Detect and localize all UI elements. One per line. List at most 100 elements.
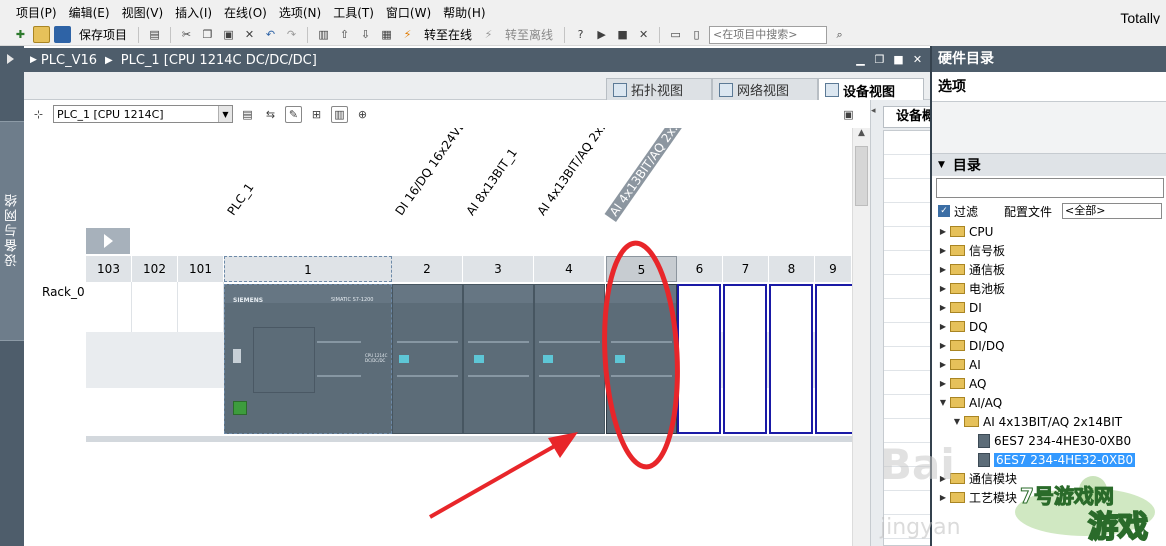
delete-icon[interactable]: ✕ [241, 26, 258, 43]
empty-slot-8[interactable] [769, 284, 813, 434]
save-project-button[interactable]: 保存项目 [75, 26, 131, 43]
network-config-icon[interactable]: ⊹ [30, 106, 47, 123]
catalog-tree-item[interactable]: ▶ 电池板 [932, 279, 1166, 298]
menu-options[interactable]: 选项(N) [273, 4, 327, 21]
upload-icon[interactable]: ⇧ [336, 26, 353, 43]
go-online-icon[interactable]: ⚡ [399, 26, 416, 43]
zoom-menu-icon[interactable]: ▣ [840, 106, 857, 123]
scroll-thumb[interactable] [855, 146, 868, 206]
menu-window[interactable]: 窗口(W) [380, 4, 437, 21]
new-project-icon[interactable]: ✚ [12, 26, 29, 43]
catalog-section-header[interactable]: ▼ 目录 [932, 154, 1166, 176]
catalog-tree-item[interactable]: ▶ 信号板 [932, 241, 1166, 260]
tree-collapse-icon[interactable]: ▼ [952, 417, 962, 426]
download-icon[interactable]: ⇩ [357, 26, 374, 43]
slot-101[interactable] [178, 282, 224, 332]
profile-dropdown[interactable]: <全部> [1062, 203, 1163, 219]
cut-icon[interactable]: ✂ [178, 26, 195, 43]
float-icon[interactable]: ❐ [873, 53, 886, 66]
maximize-icon[interactable]: ■ [892, 53, 905, 66]
tab-topology-view[interactable]: 拓扑视图 [606, 78, 712, 100]
minimize-icon[interactable]: ▁ [854, 53, 867, 66]
table-icon[interactable]: ▥ [331, 105, 348, 123]
module-label-ai-aq-4[interactable]: AI 4x13BIT/AQ 2x... [535, 128, 613, 218]
catalog-tree-item[interactable]: 6ES7 234-4HE32-0XB0 [932, 450, 1166, 469]
tree-expand-icon[interactable]: ▶ [938, 493, 948, 502]
split-vertical-icon[interactable]: ▯ [688, 26, 705, 43]
module-label-ai-8[interactable]: AI 8x13BIT_1 [464, 146, 520, 218]
collapse-arrow-icon[interactable]: ▶ [30, 55, 37, 65]
catalog-search-input[interactable] [936, 178, 1164, 198]
tab-network-view[interactable]: 网络视图 [712, 78, 818, 100]
empty-slot-6[interactable] [677, 284, 721, 434]
copy-icon[interactable]: ❐ [199, 26, 216, 43]
breadcrumb-project[interactable]: PLC_V16 [41, 53, 97, 68]
filter-checkbox[interactable]: ✓ [938, 205, 950, 217]
search-project-icon[interactable]: ⌕ [831, 26, 848, 43]
empty-slot-9[interactable] [815, 284, 852, 434]
catalog-tree-item[interactable]: ▶ DQ [932, 317, 1166, 336]
tree-expand-icon[interactable]: ▶ [938, 322, 948, 331]
menu-edit[interactable]: 编辑(E) [63, 4, 116, 21]
menu-project[interactable]: 项目(P) [10, 4, 63, 21]
scroll-up-icon[interactable]: ▲ [853, 128, 870, 144]
zoom-icon[interactable]: ⊕ [354, 106, 371, 123]
cpu-module[interactable]: SIEMENS SIMATIC S7-1200 CPU 1214C DC/DC/… [224, 284, 392, 434]
catalog-tree-item[interactable]: ▶ 通信板 [932, 260, 1166, 279]
catalog-options-section[interactable]: 选项 [932, 72, 1166, 102]
catalog-tree-item[interactable]: ▼ AI 4x13BIT/AQ 2x14BIT [932, 412, 1166, 431]
catalog-tree-item[interactable]: ▶ AI [932, 355, 1166, 374]
cross-reference-icon[interactable]: ✕ [635, 26, 652, 43]
collapse-overview-icon[interactable]: ◂ [871, 106, 883, 120]
tab-device-view[interactable]: 设备视图 [818, 78, 924, 101]
close-icon[interactable]: ✕ [911, 53, 924, 66]
device-view-canvas[interactable]: Rack_0 103 102 101 1 2 3 4 5 6 7 8 9 SIE… [24, 128, 852, 546]
redo-icon[interactable]: ↷ [283, 26, 300, 43]
catalog-tree-item[interactable]: ▶ DI [932, 298, 1166, 317]
menu-insert[interactable]: 插入(I) [169, 4, 218, 21]
module-ai-8[interactable] [463, 284, 534, 434]
show-module-names-icon[interactable]: ⇆ [262, 106, 279, 123]
breadcrumb-device[interactable]: PLC_1 [CPU 1214C DC/DC/DC] [121, 53, 317, 68]
print-icon[interactable]: ▤ [146, 26, 163, 43]
catalog-tree-item[interactable]: ▼ AI/AQ [932, 393, 1166, 412]
tree-expand-icon[interactable]: ▶ [938, 379, 948, 388]
canvas-vertical-scrollbar[interactable]: ▲ [852, 128, 870, 546]
slot-103[interactable] [86, 282, 132, 332]
device-properties-icon[interactable]: ▤ [239, 106, 256, 123]
tree-expand-icon[interactable]: ▶ [938, 246, 948, 255]
tree-expand-icon[interactable]: ▶ [938, 284, 948, 293]
tree-expand-icon[interactable]: ▶ [938, 360, 948, 369]
devices-networks-tab[interactable]: 设备与网络 [0, 121, 24, 341]
module-label-di-dq[interactable]: DI 16/DQ 16x24VD... [393, 128, 476, 218]
start-cpu-icon[interactable]: ▶ [593, 26, 610, 43]
catalog-tree-item[interactable]: ▶ CPU [932, 222, 1166, 241]
paste-icon[interactable]: ▣ [220, 26, 237, 43]
stop-cpu-icon[interactable]: ■ [614, 26, 631, 43]
module-ai-aq-slot4[interactable] [534, 284, 605, 434]
catalog-tree-item[interactable]: ▶ AQ [932, 374, 1166, 393]
tree-expand-icon[interactable]: ▶ [938, 303, 948, 312]
device-overview-tab[interactable]: 设备概览 [883, 106, 931, 128]
module-label-plc[interactable]: PLC_1 [225, 181, 257, 218]
chevron-down-icon[interactable]: ▼ [218, 106, 232, 122]
menu-help[interactable]: 帮助(H) [437, 4, 491, 21]
accessible-devices-icon[interactable]: ? [572, 26, 589, 43]
menu-tools[interactable]: 工具(T) [327, 4, 380, 21]
catalog-tree-item[interactable]: 6ES7 234-4HE30-0XB0 [932, 431, 1166, 450]
empty-slot-7[interactable] [723, 284, 767, 434]
open-project-icon[interactable] [33, 26, 50, 43]
undo-icon[interactable]: ↶ [262, 26, 279, 43]
catalog-tree-item[interactable]: ▶ DI/DQ [932, 336, 1166, 355]
go-offline-button[interactable]: 转至离线 [501, 26, 557, 43]
tree-expand-icon[interactable]: ▶ [938, 265, 948, 274]
module-label-ai-aq-5[interactable]: AI 4x13BIT/AQ 2x... [604, 128, 688, 222]
device-selector-dropdown[interactable]: PLC_1 [CPU 1214C] ▼ [53, 105, 233, 123]
split-icon[interactable]: ▥ [315, 26, 332, 43]
menu-online[interactable]: 在线(O) [218, 4, 273, 21]
page-break-icon[interactable]: ✎ [285, 105, 302, 123]
module-di-dq-16[interactable] [392, 284, 463, 434]
tree-expand-icon[interactable]: ▶ [938, 341, 948, 350]
expand-arrow-icon[interactable] [7, 54, 14, 64]
tree-expand-icon[interactable]: ▶ [938, 227, 948, 236]
